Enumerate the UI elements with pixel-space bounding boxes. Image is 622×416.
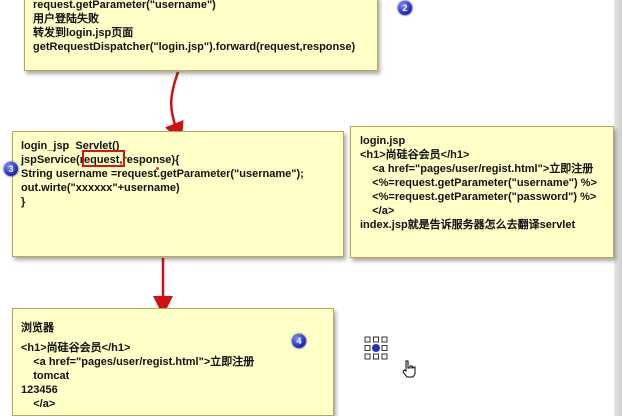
note-line: index.jsp就是告诉服务器怎么去翻译servlet — [360, 219, 576, 231]
note-line: <%=request.getParameter("password") %> — [360, 191, 597, 203]
step-badge-4: 4 — [292, 334, 306, 348]
note-line: out.wirte("xxxxxx"+username) — [21, 182, 180, 194]
request-highlight-box — [82, 150, 125, 167]
note-servlet-login-fail: request.getParameter("username") 用户登陆失败 … — [24, 0, 378, 71]
grid-icon[interactable] — [364, 336, 388, 360]
arrow-box1-to-box2 — [165, 71, 184, 143]
note-line: request.getParameter("username") — [33, 0, 216, 11]
note-line: <a href="pages/user/regist.html">立即注册 — [21, 356, 255, 368]
note-browser-output: 浏览器 <h1>尚硅谷会员</h1> <a href="pages/user/r… — [12, 308, 334, 416]
note-line: <%=request.getParameter("username") %> — [360, 177, 597, 189]
red-dot-mark — [156, 167, 159, 170]
note-line: login_jsp Servlet() — [21, 140, 120, 152]
note-line: <h1>尚硅谷会员</h1> — [360, 149, 470, 161]
step-badge-2: 2 — [398, 1, 412, 15]
step-badge-3: 3 — [4, 162, 18, 176]
note-line: </a> — [21, 398, 56, 410]
note-line: tomcat — [21, 370, 70, 382]
note-line: } — [21, 196, 26, 208]
mouse-pointer-icon — [402, 360, 416, 378]
note-login-jsp-servlet: login_jsp Servlet() jspService(request,r… — [12, 131, 344, 257]
note-line: 123456 — [21, 384, 58, 396]
note-login-jsp-source: login.jsp <h1>尚硅谷会员</h1> <a href="pages/… — [350, 126, 614, 258]
note-line: getRequestDispatcher("login.jsp").forwar… — [33, 41, 356, 53]
note-line: jspService(request,response){ — [21, 154, 180, 166]
note-line: 转发到login.jsp页面 — [33, 27, 134, 39]
note-line: login.jsp — [360, 135, 406, 147]
note-line: 浏览器 — [21, 322, 54, 334]
note-line: <h1>尚硅谷会员</h1> — [21, 342, 131, 354]
note-line: </a> — [360, 205, 395, 217]
note-line: <a href="pages/user/regist.html">立即注册 — [360, 163, 594, 175]
note-line: String username =request.getParameter("u… — [21, 168, 304, 180]
note-line: 用户登陆失败 — [33, 13, 99, 25]
